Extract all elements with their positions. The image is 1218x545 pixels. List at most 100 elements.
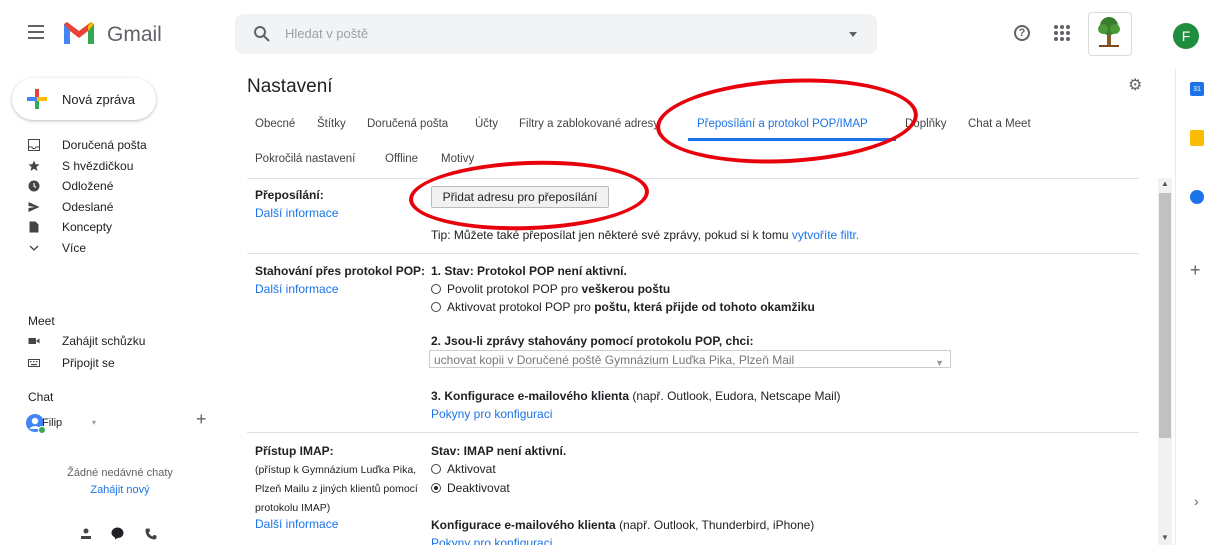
top-bar: Gmail Hledat v poště ? F — [0, 0, 1218, 68]
imap-desc-line-3: protokolu IMAP) — [255, 502, 331, 514]
select-value: uchovat kopii v Doručené poště Gymnázium… — [434, 353, 795, 367]
radio-button-selected[interactable] — [431, 483, 441, 493]
imap-client-config: Konfigurace e-mailového klienta (např. O… — [431, 518, 814, 532]
imap-disable-option[interactable]: Deaktivovat — [431, 481, 510, 495]
account-avatar[interactable]: F — [1173, 23, 1199, 49]
tab-themes[interactable]: Motivy — [441, 153, 474, 165]
tab-filters[interactable]: Filtry a zablokované adresy — [519, 118, 659, 130]
sidebar-item-label: Více — [62, 241, 87, 255]
pop-label: Stahování přes protokol POP: — [255, 264, 426, 278]
add-forwarding-address-button[interactable]: Přidat adresu pro přeposílání — [431, 186, 609, 208]
tab-accounts[interactable]: Účty — [475, 118, 498, 130]
gear-icon[interactable]: ⚙ — [1128, 75, 1142, 95]
imap-desc-line-2: Plzeň Mailu z jiných klientů pomocí — [255, 483, 418, 495]
chat-bubble-icon[interactable] — [111, 527, 124, 540]
radio-button[interactable] — [431, 302, 441, 312]
pop-question-2: 2. Jsou-li zprávy stahovány pomocí proto… — [431, 334, 754, 348]
config-title: Konfigurace e-mailového klienta — [431, 518, 616, 532]
tab-addons[interactable]: Doplňky — [905, 118, 947, 130]
star-icon — [28, 160, 40, 171]
config-hint: (např. Outlook, Thunderbird, iPhone) — [619, 518, 815, 532]
pop-more-info-link[interactable]: Další informace — [255, 282, 338, 296]
scroll-up-arrow-icon[interactable]: ▲ — [1161, 179, 1169, 188]
radio-button[interactable] — [431, 464, 441, 474]
chevron-down-icon[interactable]: ▾ — [92, 418, 96, 427]
option-bold-text: veškerou poštu — [581, 282, 671, 296]
scroll-down-arrow-icon[interactable]: ▼ — [1161, 533, 1169, 542]
tab-forwarding-pop-imap[interactable]: Přeposílání a protokol POP/IMAP — [697, 118, 868, 130]
pop-enable-new-option[interactable]: Aktivovat protokol POP pro poštu, která … — [431, 300, 815, 314]
pop-config-instructions-link[interactable]: Pokyny pro konfiguraci — [431, 407, 552, 421]
meet-title: Meet — [28, 314, 55, 328]
imap-label: Přístup IMAP: — [255, 444, 334, 458]
forwarding-tip: Tip: Můžete také přeposílat jen některé … — [431, 228, 859, 242]
imap-config-instructions-link[interactable]: Pokyny pro konfiguraci — [431, 536, 552, 545]
create-filter-link[interactable]: vytvoříte filtr. — [792, 228, 859, 242]
imap-enable-option[interactable]: Aktivovat — [431, 462, 496, 476]
person-icon[interactable] — [80, 528, 92, 540]
tab-labels[interactable]: Štítky — [317, 118, 346, 130]
option-text: Povolit protokol POP pro — [447, 282, 579, 296]
option-text: Aktivovat — [447, 462, 496, 476]
pop-status: 1. Stav: Protokol POP není aktivní. — [431, 264, 627, 278]
chevron-down-icon — [29, 245, 39, 251]
inbox-icon — [28, 139, 40, 151]
config-hint: (např. Outlook, Eudora, Netscape Mail) — [632, 389, 841, 403]
search-bar[interactable]: Hledat v poště — [235, 14, 877, 54]
tasks-icon[interactable] — [1190, 190, 1204, 204]
tab-offline[interactable]: Offline — [385, 153, 418, 165]
chevron-down-icon: ▼ — [935, 358, 944, 368]
pop-enable-all-option[interactable]: Povolit protokol POP pro veškerou poštu — [431, 282, 670, 296]
meet-item-label: Zahájit schůzku — [62, 334, 146, 348]
new-chat-plus-icon[interactable]: + — [196, 409, 207, 430]
sidebar-item-label: Doručená pošta — [62, 138, 147, 152]
option-bold-text: poštu, která přijde od tohoto okamžiku — [594, 300, 815, 314]
meet-item-label: Připojit se — [62, 356, 115, 370]
add-addon-plus-icon[interactable]: + — [1190, 260, 1201, 281]
divider — [247, 432, 1139, 433]
scrollbar-thumb[interactable] — [1159, 193, 1171, 438]
keyboard-icon — [28, 359, 40, 367]
tip-text: Tip: Můžete také přeposílat jen některé … — [431, 228, 789, 242]
imap-desc-line-1: (přístup k Gymnázium Luďka Pika, — [255, 464, 417, 476]
forwarding-more-info-link[interactable]: Další informace — [255, 206, 338, 220]
tab-chat-meet[interactable]: Chat a Meet — [968, 118, 1031, 130]
tab-general[interactable]: Obecné — [255, 118, 295, 130]
menu-icon[interactable] — [28, 25, 44, 39]
radio-button[interactable] — [431, 284, 441, 294]
pop-action-select[interactable]: uchovat kopii v Doručené poště Gymnázium… — [429, 350, 951, 368]
clock-icon — [28, 180, 40, 192]
search-options-icon[interactable] — [849, 32, 857, 37]
apps-grid-icon[interactable] — [1054, 25, 1070, 41]
pop-client-config: 3. Konfigurace e-mailového klienta (např… — [431, 389, 841, 403]
gmail-window: Gmail Hledat v poště ? F Nová zpráva Dor… — [0, 0, 1218, 545]
imap-status: Stav: IMAP není aktivní. — [431, 444, 567, 458]
draft-icon — [29, 221, 39, 233]
tab-inbox[interactable]: Doručená pošta — [367, 118, 448, 130]
chat-user-name: Filip — [42, 417, 63, 429]
tree-logo-icon — [1098, 17, 1120, 47]
imap-more-info-link[interactable]: Další informace — [255, 517, 338, 531]
start-new-chat-link[interactable]: Zahájit nový — [20, 484, 220, 496]
sidebar-item-label: Koncepty — [62, 220, 113, 234]
keep-icon[interactable] — [1190, 130, 1204, 146]
active-tab-indicator — [688, 138, 896, 141]
search-placeholder: Hledat v poště — [285, 26, 369, 41]
calendar-icon[interactable]: 31 — [1190, 82, 1204, 96]
video-icon — [28, 338, 40, 344]
tab-advanced[interactable]: Pokročilá nastavení — [255, 153, 355, 165]
help-icon[interactable]: ? — [1014, 25, 1030, 41]
divider — [247, 178, 1139, 179]
send-icon — [28, 202, 40, 212]
gmail-logo-icon[interactable] — [62, 20, 96, 46]
divider — [247, 253, 1139, 254]
option-text: Deaktivovat — [447, 481, 510, 495]
chat-title: Chat — [28, 390, 54, 404]
phone-icon[interactable] — [145, 528, 157, 540]
sidebar-item-label: S hvězdičkou — [62, 159, 134, 173]
no-recent-chats: Žádné nedávné chaty — [67, 467, 173, 479]
chevron-right-icon[interactable]: › — [1194, 493, 1199, 509]
compose-button[interactable]: Nová zpráva — [12, 78, 156, 120]
organization-logo[interactable] — [1088, 12, 1132, 56]
search-icon[interactable] — [253, 25, 271, 43]
